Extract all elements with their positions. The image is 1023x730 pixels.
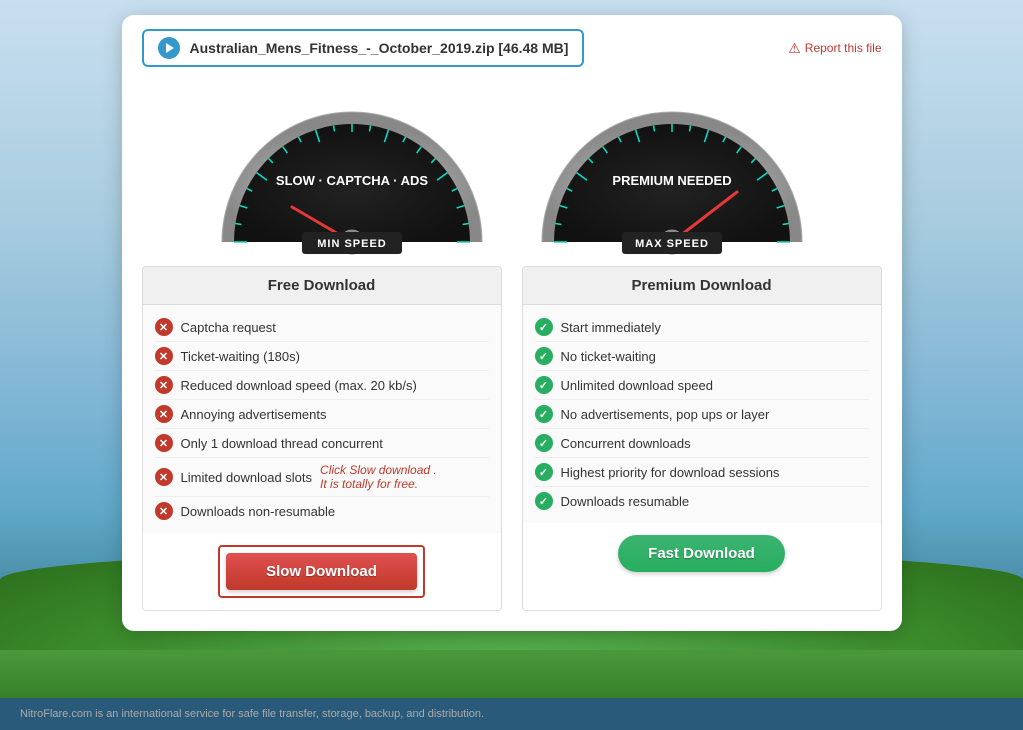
svg-text:PREMIUM NEEDED: PREMIUM NEEDED: [612, 173, 731, 188]
slow-button-area: Slow Download: [143, 533, 501, 610]
check-icon: ✓: [535, 434, 553, 452]
list-item: ✕ Only 1 download thread concurrent: [155, 429, 489, 458]
svg-text:MAX SPEED: MAX SPEED: [635, 238, 709, 250]
free-panel-body: ✕ Captcha request ✕ Ticket-waiting (180s…: [143, 305, 501, 533]
file-name: Australian_Mens_Fitness_-_October_2019.z…: [190, 40, 569, 56]
x-icon: ✕: [155, 376, 173, 394]
check-icon: ✓: [535, 492, 553, 510]
premium-speedometer: PREMIUM NEEDED MAX SPEED: [532, 87, 812, 262]
check-icon: ✓: [535, 405, 553, 423]
premium-panel-body: ✓ Start immediately ✓ No ticket-waiting …: [523, 305, 881, 523]
footer-bar: NitroFlare.com is an international servi…: [0, 698, 1023, 730]
check-icon: ✓: [535, 463, 553, 481]
x-icon: ✕: [155, 434, 173, 452]
x-icon: ✕: [155, 405, 173, 423]
slow-download-wrapper: Slow Download: [218, 545, 425, 598]
click-hint-inline: Click Slow download .It is totally for f…: [320, 463, 437, 491]
list-item: ✓ Highest priority for download sessions: [535, 458, 869, 487]
list-item: ✓ Unlimited download speed: [535, 371, 869, 400]
free-panel-header: Free Download: [143, 267, 501, 305]
fast-button-area: Fast Download: [523, 523, 881, 584]
premium-panel-header: Premium Download: [523, 267, 881, 305]
list-item: ✓ Downloads resumable: [535, 487, 869, 515]
report-label: Report this file: [805, 41, 882, 55]
play-icon: [158, 37, 180, 59]
list-item: ✕ Reduced download speed (max. 20 kb/s): [155, 371, 489, 400]
list-item: ✓ Start immediately: [535, 313, 869, 342]
list-item: ✓ No ticket-waiting: [535, 342, 869, 371]
svg-text:MIN SPEED: MIN SPEED: [317, 238, 387, 250]
file-header: Australian_Mens_Fitness_-_October_2019.z…: [122, 15, 902, 77]
free-panel: Free Download ✕ Captcha request ✕ Ticket…: [142, 266, 502, 611]
main-card: Australian_Mens_Fitness_-_October_2019.z…: [122, 15, 902, 631]
list-item: ✓ No advertisements, pop ups or layer: [535, 400, 869, 429]
x-icon: ✕: [155, 347, 173, 365]
free-speedometer: SLOW · CAPTCHA · ADS MIN SPEED: [212, 87, 492, 262]
x-icon: ✕: [155, 502, 173, 520]
list-item: ✕ Ticket-waiting (180s): [155, 342, 489, 371]
x-icon: ✕: [155, 318, 173, 336]
list-item: ✕ Annoying advertisements: [155, 400, 489, 429]
file-title-area: Australian_Mens_Fitness_-_October_2019.z…: [142, 29, 585, 67]
footer-text: NitroFlare.com is an international servi…: [20, 708, 484, 720]
speedometers-row: SLOW · CAPTCHA · ADS MIN SPEED: [122, 77, 902, 262]
premium-panel: Premium Download ✓ Start immediately ✓ N…: [522, 266, 882, 611]
report-link[interactable]: ⚠ Report this file: [788, 40, 881, 57]
download-panels: Free Download ✕ Captcha request ✕ Ticket…: [122, 266, 902, 611]
svg-text:SLOW · CAPTCHA · ADS: SLOW · CAPTCHA · ADS: [275, 173, 427, 188]
list-item: ✕ Downloads non-resumable: [155, 497, 489, 525]
list-item: ✕ Captcha request: [155, 313, 489, 342]
check-icon: ✓: [535, 347, 553, 365]
fast-download-button[interactable]: Fast Download: [618, 535, 785, 572]
x-icon: ✕: [155, 468, 173, 486]
check-icon: ✓: [535, 318, 553, 336]
check-icon: ✓: [535, 376, 553, 394]
slow-download-button[interactable]: Slow Download: [226, 553, 417, 590]
list-item: ✓ Concurrent downloads: [535, 429, 869, 458]
warning-icon: ⚠: [788, 40, 801, 57]
list-item: ✕ Limited download slots Click Slow down…: [155, 458, 489, 497]
